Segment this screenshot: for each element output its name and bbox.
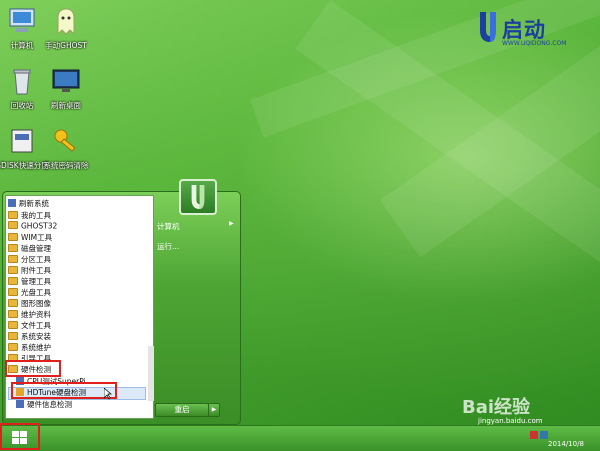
program-folder[interactable]: 维护资料 (8, 309, 51, 320)
program-folder[interactable]: 附件工具 (8, 265, 51, 276)
program-folder[interactable]: 系统维护 (8, 342, 51, 353)
highlight-hdtune-item (11, 382, 117, 399)
folder-icon (8, 265, 18, 274)
baidu-watermark: Bai经验 (462, 397, 531, 418)
key-icon (54, 129, 76, 152)
folder-icon (8, 243, 18, 252)
app-icon (8, 198, 16, 207)
desktop-icon-label: 系统密码清除 (43, 161, 89, 170)
program-item[interactable]: 硬件信息检测 (16, 399, 72, 410)
u-logo-icon (191, 185, 205, 209)
desktop-icon-ghost[interactable]: 手动GHOST (31, 6, 101, 50)
taskbar-date: 2014/10/8 (548, 440, 584, 448)
program-folder[interactable]: 磁盘管理 (8, 243, 51, 254)
power-options-button[interactable]: ▶ (208, 403, 220, 417)
program-folder[interactable]: 光盘工具 (8, 287, 51, 298)
program-folder[interactable]: 管理工具 (8, 276, 51, 287)
folder-icon (8, 232, 18, 241)
folder-icon (8, 276, 18, 285)
highlight-start-button (0, 423, 40, 450)
restart-button[interactable]: 重启 (155, 403, 209, 417)
brand-logo: 启动 WWW.UQIDONG.COM (478, 12, 588, 52)
program-folder[interactable]: WIM工具 (8, 232, 52, 243)
desktop-icon-label: 刷新桌面 (51, 101, 81, 110)
program-folder[interactable]: GHOST32 (8, 221, 57, 232)
folder-icon (8, 320, 18, 329)
scrollbar[interactable] (148, 346, 154, 401)
volume-icon[interactable] (540, 431, 548, 439)
program-folder[interactable]: 系统安装 (8, 331, 51, 342)
user-avatar[interactable] (179, 179, 217, 215)
network-icon[interactable] (530, 431, 538, 439)
program-folder[interactable]: 分区工具 (8, 254, 51, 265)
folder-icon (8, 210, 18, 219)
folder-icon (8, 331, 18, 340)
program-folder[interactable]: 文件工具 (8, 320, 51, 331)
program-item[interactable]: 刷新系统 (8, 198, 49, 209)
submenu-arrow-icon: ▶ (229, 220, 234, 227)
folder-icon (8, 287, 18, 296)
folder-icon (8, 221, 18, 229)
cursor-icon (104, 388, 112, 400)
taskbar (0, 425, 600, 451)
app-icon (16, 399, 24, 408)
folder-icon (8, 254, 18, 263)
folder-icon (8, 298, 18, 307)
start-right-computer[interactable]: 计算机 (157, 221, 180, 232)
baidu-watermark-url: jingyan.baidu.com (478, 417, 543, 425)
program-folder[interactable]: 我的工具 (8, 210, 51, 221)
desktop-icon-label: 手动GHOST (45, 41, 87, 50)
desktop-icon-password-clear[interactable]: 系统密码清除 (31, 126, 101, 170)
monitor-icon (52, 69, 80, 92)
start-right-run[interactable]: 运行... (157, 241, 179, 252)
highlight-hardware-folder (5, 360, 61, 377)
ghost-icon (57, 8, 75, 36)
u-logo-icon (480, 12, 496, 42)
brand-url: WWW.UQIDONG.COM (502, 40, 567, 47)
program-folder[interactable]: 图形图像 (8, 298, 51, 309)
folder-icon (8, 309, 18, 318)
desktop-icon-refresh-desktop[interactable]: 刷新桌面 (31, 66, 101, 110)
folder-icon (8, 342, 18, 351)
